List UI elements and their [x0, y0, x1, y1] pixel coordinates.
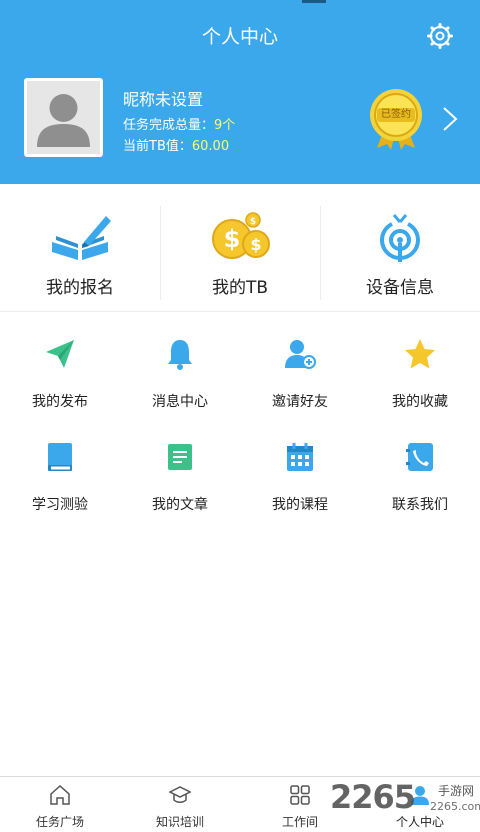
nav-label: 知识培训 — [155, 815, 204, 829]
avatar[interactable] — [24, 78, 103, 157]
grid-label: 我的收藏 — [392, 394, 448, 410]
function-grid: 我的发布 消息中心 邀请好友 我的收藏 学习测验 我的文章 我的课程 联系我们 — [0, 312, 480, 518]
feature-my-registration[interactable]: 我的报名 — [0, 184, 160, 312]
grid-label: 我的发布 — [32, 394, 88, 410]
task-total-line: 任务完成总量：9个 — [123, 114, 235, 133]
grid-label: 我的文章 — [152, 497, 208, 513]
chevron-right-icon[interactable] — [441, 106, 459, 132]
bell-icon — [168, 340, 192, 370]
svg-text:$: $ — [224, 225, 241, 253]
add-user-icon — [285, 340, 316, 369]
badge-text: 已签约 — [381, 109, 411, 120]
notebook-icon — [48, 443, 72, 471]
profile-header: 个人中心 昵称未设置 任务完成总量：9个 当前TB值：60.00 已签约 — [0, 0, 480, 184]
grid-label: 联系我们 — [392, 497, 448, 513]
watermark: 2265 手游网 2265.com — [330, 778, 480, 818]
grid-item-my-favorites[interactable]: 我的收藏 — [360, 312, 480, 415]
feature-label: 我的TB — [211, 278, 269, 298]
book-pen-icon — [52, 216, 111, 260]
calendar-icon — [287, 443, 313, 471]
feature-label: 设备信息 — [366, 278, 434, 298]
grid-label: 学习测验 — [32, 497, 88, 513]
feature-label: 我的报名 — [46, 278, 114, 298]
task-total-label: 任务完成总量： — [123, 118, 215, 133]
grid-label: 我的课程 — [272, 497, 328, 513]
grid-label: 消息中心 — [152, 394, 208, 410]
task-total-value: 9个 — [214, 118, 236, 133]
feature-my-tb[interactable]: $ $ $ 我的TB — [160, 184, 320, 312]
personal-center-page: 个人中心 昵称未设置 任务完成总量：9个 当前TB值：60.00 已签约 我的报… — [0, 0, 480, 832]
watermark-url: 2265.com — [430, 800, 480, 813]
paper-plane-icon — [46, 340, 74, 368]
tb-label: 当前TB值： — [123, 139, 192, 154]
grid-row: 我的发布 消息中心 邀请好友 我的收藏 — [0, 312, 480, 415]
phone-book-icon — [406, 443, 433, 471]
page-title: 个人中心 — [201, 26, 278, 48]
watermark-tag: 手游网 — [438, 784, 475, 798]
nav-knowledge-training[interactable]: 知识培训 — [120, 777, 240, 832]
feature-device-info[interactable]: 设备信息 — [320, 184, 480, 312]
grid-item-study-test[interactable]: 学习测验 — [0, 415, 120, 518]
grid-item-contact-us[interactable]: 联系我们 — [360, 415, 480, 518]
grid-item-message-center[interactable]: 消息中心 — [120, 312, 240, 415]
grid-item-my-posts[interactable]: 我的发布 — [0, 312, 120, 415]
watermark-number: 2265 — [330, 778, 416, 816]
nav-label: 任务广场 — [35, 815, 84, 829]
grid-label: 邀请好友 — [272, 394, 328, 410]
grid-row: 学习测验 我的文章 我的课程 联系我们 — [0, 415, 480, 518]
svg-text:$: $ — [250, 235, 261, 254]
svg-text:$: $ — [250, 217, 256, 227]
default-avatar-icon — [27, 81, 100, 154]
status-bar-indicator — [302, 0, 326, 3]
graduation-cap-icon — [169, 786, 191, 803]
coins-icon: $ $ $ — [212, 212, 270, 259]
grid-item-invite-friends[interactable]: 邀请好友 — [240, 312, 360, 415]
grid-item-my-articles[interactable]: 我的文章 — [120, 415, 240, 518]
home-icon — [50, 784, 70, 805]
star-icon — [405, 339, 435, 369]
device-signal-icon — [380, 214, 420, 262]
nickname[interactable]: 昵称未设置 — [123, 86, 203, 110]
tb-value-line: 当前TB值：60.00 — [123, 135, 229, 154]
gear-icon[interactable] — [427, 23, 453, 49]
tb-value: 60.00 — [191, 139, 230, 154]
grid-item-my-courses[interactable]: 我的课程 — [240, 415, 360, 518]
article-icon — [168, 444, 192, 470]
signed-badge: 已签约 — [367, 88, 425, 150]
nav-task-square[interactable]: 任务广场 — [0, 777, 120, 832]
grid-icon — [290, 785, 310, 805]
feature-row: 我的报名 $ $ $ 我的TB 设备信息 — [0, 184, 480, 312]
